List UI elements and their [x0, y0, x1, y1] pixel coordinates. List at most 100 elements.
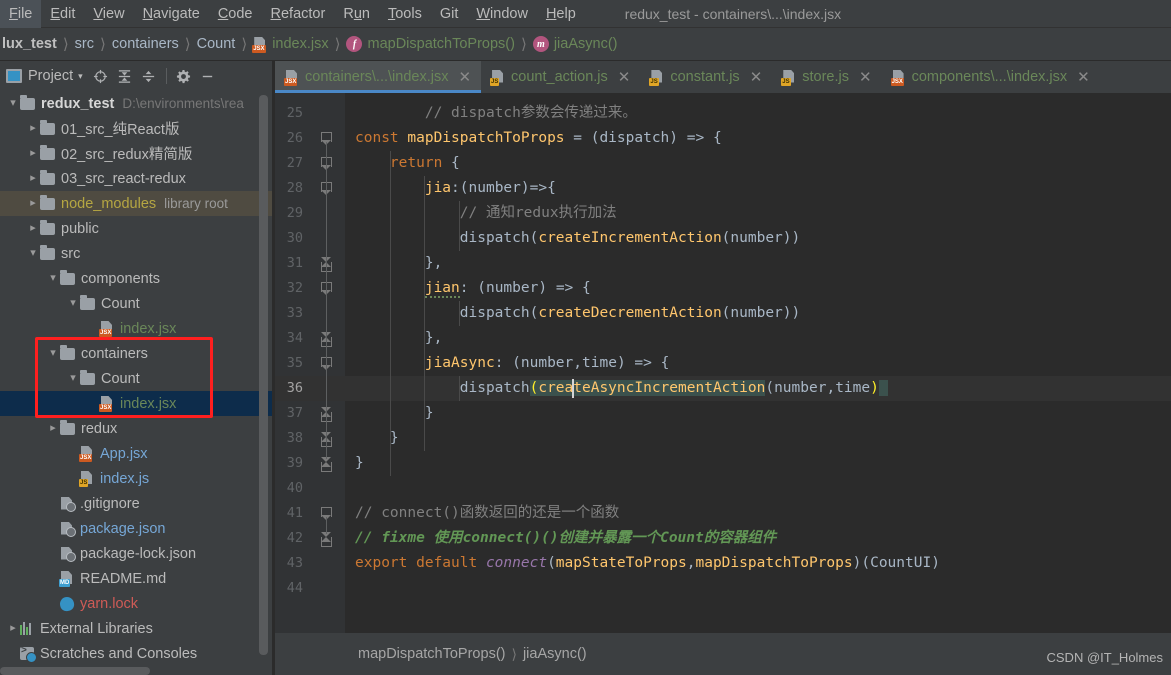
- tree-row[interactable]: redux_test D:\environments\rea: [0, 91, 275, 116]
- menu-item-code[interactable]: Code: [209, 0, 262, 28]
- breadcrumb-item-function[interactable]: f mapDispatchToProps(): [344, 36, 516, 52]
- tree-row[interactable]: .gitignore: [0, 491, 275, 516]
- code-line[interactable]: // dispatch参数会传递过来。: [355, 101, 637, 126]
- breadcrumb-item-count[interactable]: Count: [195, 36, 238, 52]
- tree-toggle-arrow-icon[interactable]: [46, 423, 60, 434]
- breadcrumb-item-file[interactable]: index.jsx: [251, 36, 330, 53]
- close-icon[interactable]: ✕: [458, 70, 471, 85]
- code-editor[interactable]: 25 26 27 28 29 30 31 32 33 34 35 36 37 38 39 40 41 42 43 44…: [275, 93, 1171, 633]
- menu-item-tools[interactable]: Tools: [379, 0, 431, 28]
- chevron-down-icon[interactable]: ▾: [78, 71, 83, 82]
- hide-toolwindow-icon[interactable]: [197, 65, 219, 87]
- tree-row[interactable]: Scratches and Consoles: [0, 641, 275, 666]
- tree-toggle-arrow-icon[interactable]: [46, 348, 60, 359]
- tree-row[interactable]: App.jsx: [0, 441, 275, 466]
- code-line[interactable]: }: [355, 426, 399, 451]
- editor-tab[interactable]: components\...\index.jsx ✕: [882, 61, 1100, 93]
- tree-row[interactable]: node_modules library root: [0, 191, 275, 216]
- breadcrumb-item-method[interactable]: m jiaAsync(): [531, 36, 620, 52]
- expand-all-icon[interactable]: [114, 65, 136, 87]
- project-tree-scrollbar[interactable]: [259, 95, 268, 670]
- menu-item-git[interactable]: Git: [431, 0, 468, 28]
- scrollbar-thumb[interactable]: [259, 95, 268, 655]
- code-line[interactable]: dispatch(createDecrementAction(number)): [355, 301, 801, 326]
- code-line[interactable]: // connect()函数返回的还是一个函数: [355, 501, 619, 526]
- code-line[interactable]: }: [355, 401, 434, 426]
- status-breadcrumb-item-method[interactable]: jiaAsync(): [523, 646, 587, 662]
- editor-gutter[interactable]: 25 26 27 28 29 30 31 32 33 34 35 36 37 38 39 40 41 42 43 44: [275, 93, 345, 633]
- tree-toggle-arrow-icon[interactable]: [26, 148, 40, 159]
- tree-row[interactable]: package.json: [0, 516, 275, 541]
- code-line[interactable]: },: [355, 326, 442, 351]
- tree-toggle-arrow-icon[interactable]: [26, 123, 40, 134]
- close-icon[interactable]: ✕: [750, 70, 763, 85]
- tree-row[interactable]: yarn.lock: [0, 591, 275, 616]
- settings-gear-icon[interactable]: [173, 65, 195, 87]
- tree-row[interactable]: redux: [0, 416, 275, 441]
- code-line[interactable]: jiaAsync: (number,time) => {: [355, 351, 669, 376]
- collapse-all-icon[interactable]: [138, 65, 160, 87]
- tree-row[interactable]: index.jsx: [0, 316, 275, 341]
- menu-item-run[interactable]: Run: [334, 0, 379, 28]
- tree-row[interactable]: 02_src_redux精简版: [0, 141, 275, 166]
- tree-row[interactable]: index.jsx: [0, 391, 275, 416]
- tree-row[interactable]: Count: [0, 291, 275, 316]
- tree-toggle-arrow-icon[interactable]: [46, 273, 60, 284]
- tree-toggle-arrow-icon[interactable]: [66, 373, 80, 384]
- code-line[interactable]: },: [355, 251, 442, 276]
- fold-region-end-icon[interactable]: [321, 532, 332, 547]
- tree-row[interactable]: src: [0, 241, 275, 266]
- code-line[interactable]: // 通知redux执行加法: [355, 201, 617, 226]
- breadcrumb-item-src[interactable]: src: [73, 36, 96, 52]
- tree-row[interactable]: 01_src_纯React版: [0, 116, 275, 141]
- close-icon[interactable]: ✕: [618, 70, 631, 85]
- tree-row[interactable]: containers: [0, 341, 275, 366]
- menu-item-edit[interactable]: Edit: [41, 0, 84, 28]
- menu-item-navigate[interactable]: Navigate: [134, 0, 209, 28]
- code-line[interactable]: // fixme 使用connect()()创建并暴露一个Count的容器组件: [355, 526, 776, 551]
- code-line[interactable]: export default connect(mapStateToProps,m…: [355, 551, 940, 576]
- tree-row[interactable]: README.md: [0, 566, 275, 591]
- project-tree-hscrollbar[interactable]: [0, 667, 150, 675]
- menu-item-help[interactable]: Help: [537, 0, 585, 28]
- tree-row[interactable]: public: [0, 216, 275, 241]
- fold-region-end-icon[interactable]: [321, 457, 332, 472]
- menu-item-file[interactable]: File: [0, 0, 42, 28]
- close-icon[interactable]: ✕: [859, 70, 872, 85]
- tree-toggle-arrow-icon[interactable]: [26, 173, 40, 184]
- tree-toggle-arrow-icon[interactable]: [6, 98, 20, 109]
- code-line[interactable]: return {: [355, 151, 460, 176]
- menu-item-window[interactable]: Window: [467, 0, 537, 28]
- menu-item-view[interactable]: View: [84, 0, 133, 28]
- code-line[interactable]: const mapDispatchToProps = (dispatch) =>…: [355, 126, 722, 151]
- tree-row[interactable]: External Libraries: [0, 616, 275, 641]
- editor-tab[interactable]: store.js ✕: [772, 61, 881, 93]
- code-line[interactable]: }: [355, 451, 364, 476]
- code-line[interactable]: dispatch(createIncrementAction(number)): [355, 226, 801, 251]
- project-toolwindow-title[interactable]: Project: [28, 68, 73, 84]
- editor-tab[interactable]: constant.js ✕: [640, 61, 772, 93]
- code-area[interactable]: // dispatch参数会传递过来。 const mapDispatchToPr…: [345, 93, 1171, 633]
- menu-item-refactor[interactable]: Refactor: [262, 0, 335, 28]
- editor-tab[interactable]: containers\...\index.jsx ✕: [275, 61, 482, 93]
- breadcrumb-item-containers[interactable]: containers: [110, 36, 181, 52]
- editor-tab[interactable]: count_action.js ✕: [481, 61, 640, 93]
- tree-row[interactable]: Count: [0, 366, 275, 391]
- breadcrumb-item-project[interactable]: lux_test: [0, 36, 59, 52]
- select-opened-file-icon[interactable]: [90, 65, 112, 87]
- code-line[interactable]: jian: (number) => {: [355, 276, 591, 301]
- tree-row[interactable]: components: [0, 266, 275, 291]
- code-line[interactable]: dispatch(createAsyncIncrementAction(numb…: [355, 376, 888, 401]
- tree-row[interactable]: 03_src_react-redux: [0, 166, 275, 191]
- project-tree[interactable]: redux_test D:\environments\rea 01_src_纯Rea…: [0, 91, 275, 666]
- close-icon[interactable]: ✕: [1077, 70, 1090, 85]
- tree-row[interactable]: index.js: [0, 466, 275, 491]
- tree-toggle-arrow-icon[interactable]: [26, 223, 40, 234]
- tree-toggle-arrow-icon[interactable]: [6, 623, 20, 634]
- tree-row[interactable]: package-lock.json: [0, 541, 275, 566]
- code-line[interactable]: jia:(number)=>{: [355, 176, 556, 201]
- tree-toggle-arrow-icon[interactable]: [26, 198, 40, 209]
- tree-toggle-arrow-icon[interactable]: [26, 248, 40, 259]
- status-breadcrumb-item-function[interactable]: mapDispatchToProps(): [358, 646, 505, 662]
- tree-toggle-arrow-icon[interactable]: [66, 298, 80, 309]
